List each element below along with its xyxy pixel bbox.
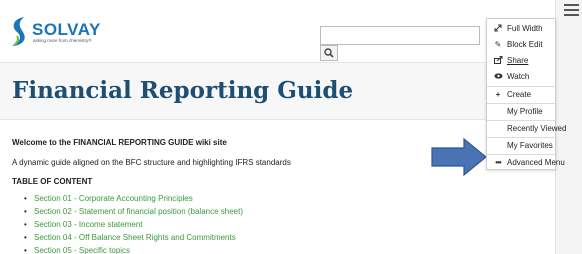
search-button[interactable] xyxy=(320,45,338,61)
intro-text: A dynamic guide aligned on the BFC struc… xyxy=(12,158,291,167)
header: SOLVAY asking more from chemistry® xyxy=(0,0,555,62)
menu-item-label: Watch xyxy=(507,72,530,81)
solvay-logo[interactable]: SOLVAY asking more from chemistry® xyxy=(8,12,128,52)
main-content: Welcome to the FINANCIAL REPORTING GUIDE… xyxy=(12,138,472,254)
plus-icon: + xyxy=(495,90,501,99)
solvay-logo-mark xyxy=(12,17,25,46)
menu-item-full-width[interactable]: Full Width xyxy=(487,21,555,36)
toc-list: Section 01 - Corporate Accounting Princi… xyxy=(12,194,472,254)
logo-brand: SOLVAY xyxy=(32,20,101,39)
search-input[interactable] xyxy=(320,26,480,45)
logo-tagline: asking more from chemistry® xyxy=(33,38,92,43)
menu-item-label: Block Edit xyxy=(507,40,543,49)
menu-item-my-favorites[interactable]: My Favorites xyxy=(487,138,555,153)
toc-link-section-02[interactable]: Section 02 - Statement of financial posi… xyxy=(24,207,472,216)
eye-icon xyxy=(493,69,503,84)
menu-item-label: Share xyxy=(507,56,529,65)
page-actions-menu: Full Width ✎ Block Edit Share Watch + Cr… xyxy=(486,18,566,170)
toc-heading: TABLE OF CONTENT xyxy=(12,177,93,186)
expand-icon xyxy=(493,21,503,37)
pointer-arrow xyxy=(431,137,487,177)
menu-item-my-profile[interactable]: My Profile xyxy=(487,104,555,119)
menu-item-label: Advanced Menu xyxy=(507,158,565,167)
search-icon xyxy=(324,48,334,58)
toc-link-section-03[interactable]: Section 03 - Income statement xyxy=(24,220,472,229)
menu-item-create[interactable]: + Create xyxy=(487,87,555,102)
hamburger-icon[interactable] xyxy=(563,2,580,18)
pencil-icon: ✎ xyxy=(494,40,502,49)
menu-item-label: My Profile xyxy=(507,107,543,116)
menu-item-recently-viewed[interactable]: Recently Viewed xyxy=(487,121,566,136)
share-icon xyxy=(493,53,503,69)
menu-item-label: Create xyxy=(507,90,532,99)
menu-item-share[interactable]: Share xyxy=(487,53,555,68)
menu-item-label: Full Width xyxy=(507,24,543,33)
toc-link-section-04[interactable]: Section 04 - Off Balance Sheet Rights an… xyxy=(24,233,472,242)
menu-item-label: Recently Viewed xyxy=(507,124,567,133)
welcome-text: Welcome to the FINANCIAL REPORTING GUIDE… xyxy=(12,138,227,147)
more-icon: ••• xyxy=(495,158,501,167)
toc-link-section-01[interactable]: Section 01 - Corporate Accounting Princi… xyxy=(24,194,472,203)
toc-link-section-05[interactable]: Section 05 - Specific topics xyxy=(24,246,472,254)
page-title: Financial Reporting Guide xyxy=(12,77,354,104)
menu-item-watch[interactable]: Watch xyxy=(487,69,555,84)
menu-item-label: My Favorites xyxy=(507,141,553,150)
menu-item-block-edit[interactable]: ✎ Block Edit xyxy=(487,37,555,52)
menu-item-advanced-menu[interactable]: ••• Advanced Menu xyxy=(487,155,565,170)
